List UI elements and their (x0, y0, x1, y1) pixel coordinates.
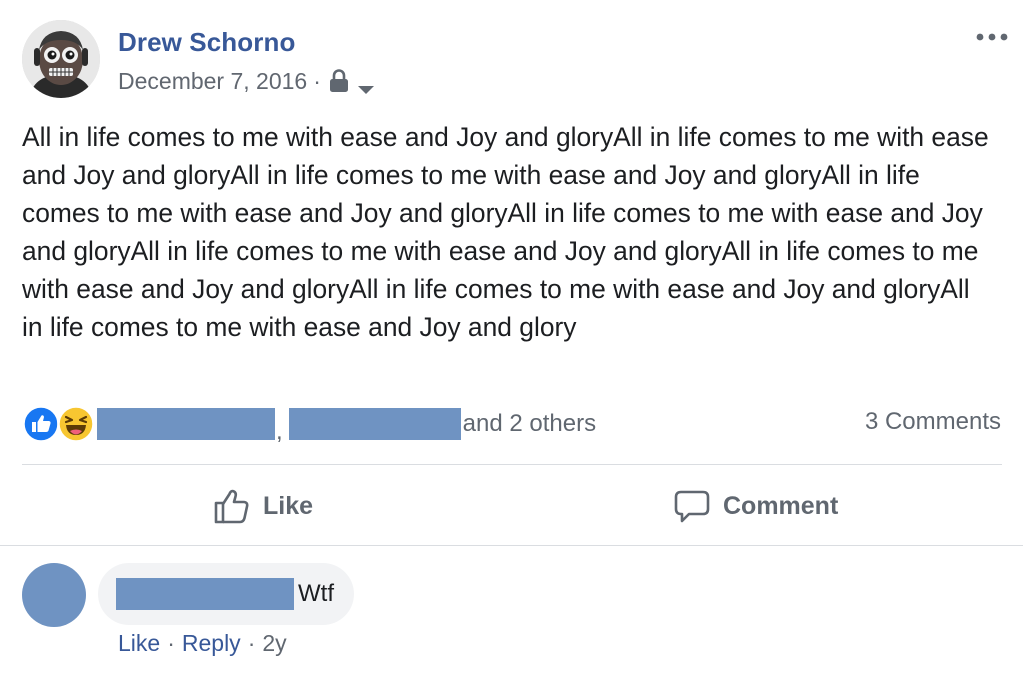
reaction-names-comma: , (276, 418, 283, 445)
divider (0, 545, 1023, 546)
like-reaction-icon (22, 405, 60, 443)
meta-separator: · (313, 67, 321, 94)
comments-count-link[interactable]: 3 Comments (865, 408, 1001, 436)
post-text: All in life comes to me with ease and Jo… (22, 122, 989, 342)
author-name[interactable]: Drew Schorno (118, 27, 295, 58)
like-button-label: Like (263, 491, 314, 520)
redacted-name[interactable] (288, 408, 461, 440)
comment-bubble: Wtf (98, 563, 354, 625)
author-avatar[interactable] (22, 20, 100, 98)
like-button[interactable]: Like (213, 482, 313, 530)
post-meta: December 7, 2016 · (118, 66, 375, 96)
redacted-name[interactable] (97, 408, 275, 440)
thumbs-up-icon (214, 489, 249, 524)
comment-actions-separator: · (247, 630, 256, 656)
more-options-icon[interactable] (972, 26, 1012, 48)
comment-like-link[interactable]: Like (118, 630, 160, 657)
comment-bubble-icon (674, 490, 710, 523)
comment-timestamp[interactable]: 2y (262, 630, 286, 657)
comment-actions: Like · Reply · 2y (118, 630, 287, 657)
avatar-image (22, 20, 100, 98)
comment-text: Wtf (298, 580, 334, 607)
comment-button-label: Comment (723, 491, 839, 520)
lock-icon (329, 68, 349, 94)
reactions-summary[interactable]: , and 2 others (22, 404, 596, 445)
comment-button[interactable]: Comment (673, 482, 838, 530)
audience-dropdown-icon[interactable] (357, 75, 375, 94)
haha-reaction-icon (57, 405, 95, 443)
divider (22, 464, 1002, 465)
comment-actions-separator: · (167, 630, 175, 656)
commenter-avatar[interactable] (22, 563, 86, 627)
redacted-commenter-name[interactable] (116, 578, 294, 610)
post-date[interactable]: December 7, 2016 (118, 68, 307, 95)
comment-reply-link[interactable]: Reply (182, 630, 241, 657)
reaction-others-link[interactable]: and 2 others (463, 410, 596, 438)
